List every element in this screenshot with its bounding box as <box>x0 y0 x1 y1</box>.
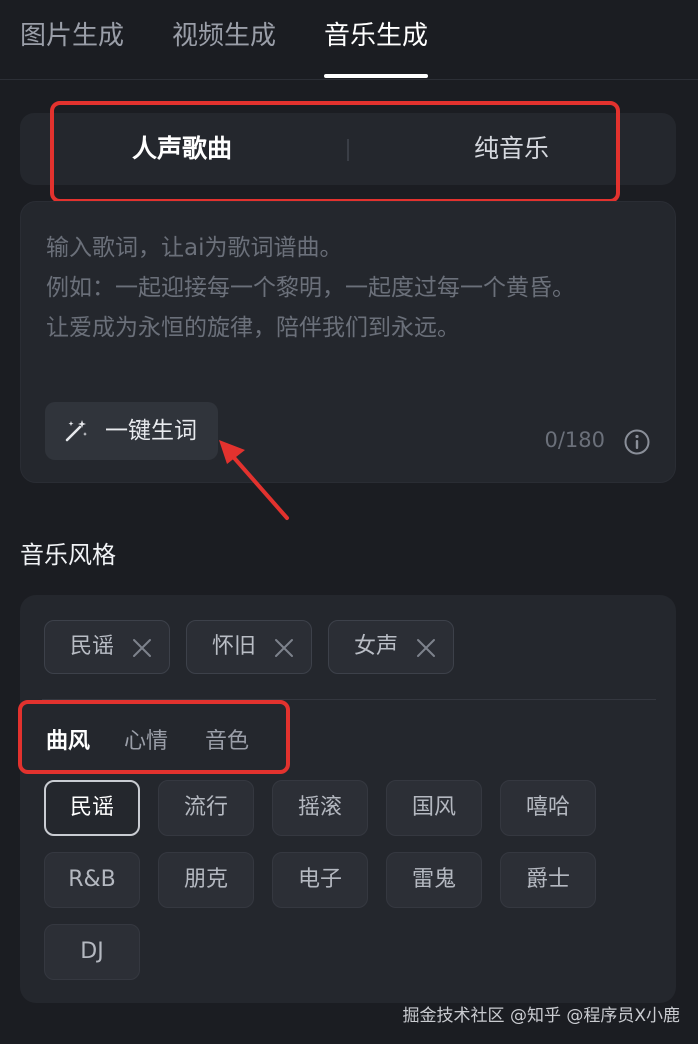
lyrics-input[interactable]: 输入歌词，让ai为歌词谱曲。 例如：一起迎接每一个黎明，一起度过每一个黄昏。 让… <box>20 201 676 483</box>
magic-wand-icon <box>65 420 87 442</box>
generate-lyrics-button[interactable]: 一键生词 <box>45 402 218 460</box>
panel-divider <box>42 699 656 700</box>
genre-chip-reggae[interactable]: 雷鬼 <box>386 852 482 908</box>
close-icon[interactable] <box>131 637 153 659</box>
music-style-panel: 民谣 怀旧 女声 曲风 心情 音色 民谣 流行 摇滚 国风 嘻哈 R&B 朋克 … <box>20 595 676 1003</box>
watermark: 掘金技术社区 @知乎 @程序员X小鹿 <box>402 1006 680 1026</box>
selected-tag-label: 怀旧 <box>212 634 257 659</box>
song-mode-toggle: 人声歌曲 纯音乐 <box>20 113 676 185</box>
genre-chip-rnb[interactable]: R&B <box>44 852 140 908</box>
category-tab-mood[interactable]: 心情 <box>124 723 168 755</box>
selected-tag-female-voice: 女声 <box>328 620 454 674</box>
genre-chip-pop[interactable]: 流行 <box>158 780 254 836</box>
genre-chip-punk[interactable]: 朋克 <box>158 852 254 908</box>
mode-instrumental[interactable]: 纯音乐 <box>474 113 549 185</box>
genre-chip-folk[interactable]: 民谣 <box>44 780 140 836</box>
genre-chip-hiphop[interactable]: 嘻哈 <box>500 780 596 836</box>
genre-chip-guofeng[interactable]: 国风 <box>386 780 482 836</box>
category-tab-genre[interactable]: 曲风 <box>46 723 90 755</box>
tab-video-generation[interactable]: 视频生成 <box>172 18 276 62</box>
genre-chip-jazz[interactable]: 爵士 <box>500 852 596 908</box>
genre-chip-rock[interactable]: 摇滚 <box>272 780 368 836</box>
character-counter: 0/180 <box>544 428 605 452</box>
lyrics-placeholder: 输入歌词，让ai为歌词谱曲。 例如：一起迎接每一个黎明，一起度过每一个黄昏。 让… <box>46 228 656 348</box>
placeholder-line: 让爱成为永恒的旋律，陪伴我们到永远。 <box>46 315 460 341</box>
close-icon[interactable] <box>273 637 295 659</box>
mode-vocal-song[interactable]: 人声歌曲 <box>132 113 232 185</box>
selected-tag-label: 女声 <box>354 634 399 659</box>
active-tab-underline <box>324 74 429 78</box>
placeholder-line: 输入歌词，让ai为歌词谱曲。 <box>46 235 343 261</box>
mode-divider <box>347 139 349 161</box>
tab-music-generation-label: 音乐生成 <box>324 21 429 51</box>
annotation-arrow <box>219 440 289 520</box>
genre-chip-electronic[interactable]: 电子 <box>272 852 368 908</box>
tab-music-generation[interactable]: 音乐生成 <box>324 18 429 78</box>
top-tab-bar: 图片生成 视频生成 音乐生成 <box>0 0 698 80</box>
selected-tag-folk: 民谣 <box>44 620 170 674</box>
close-icon[interactable] <box>415 637 437 659</box>
placeholder-line: 例如：一起迎接每一个黎明，一起度过每一个黄昏。 <box>46 275 575 301</box>
selected-tag-nostalgic: 怀旧 <box>186 620 312 674</box>
info-icon[interactable] <box>623 428 651 456</box>
genre-chip-dj[interactable]: DJ <box>44 924 140 980</box>
selected-tag-label: 民谣 <box>70 634 115 659</box>
music-style-title: 音乐风格 <box>20 541 116 569</box>
category-tab-timbre[interactable]: 音色 <box>205 723 249 755</box>
generate-lyrics-label: 一键生词 <box>105 418 197 444</box>
tab-image-generation[interactable]: 图片生成 <box>20 18 124 62</box>
